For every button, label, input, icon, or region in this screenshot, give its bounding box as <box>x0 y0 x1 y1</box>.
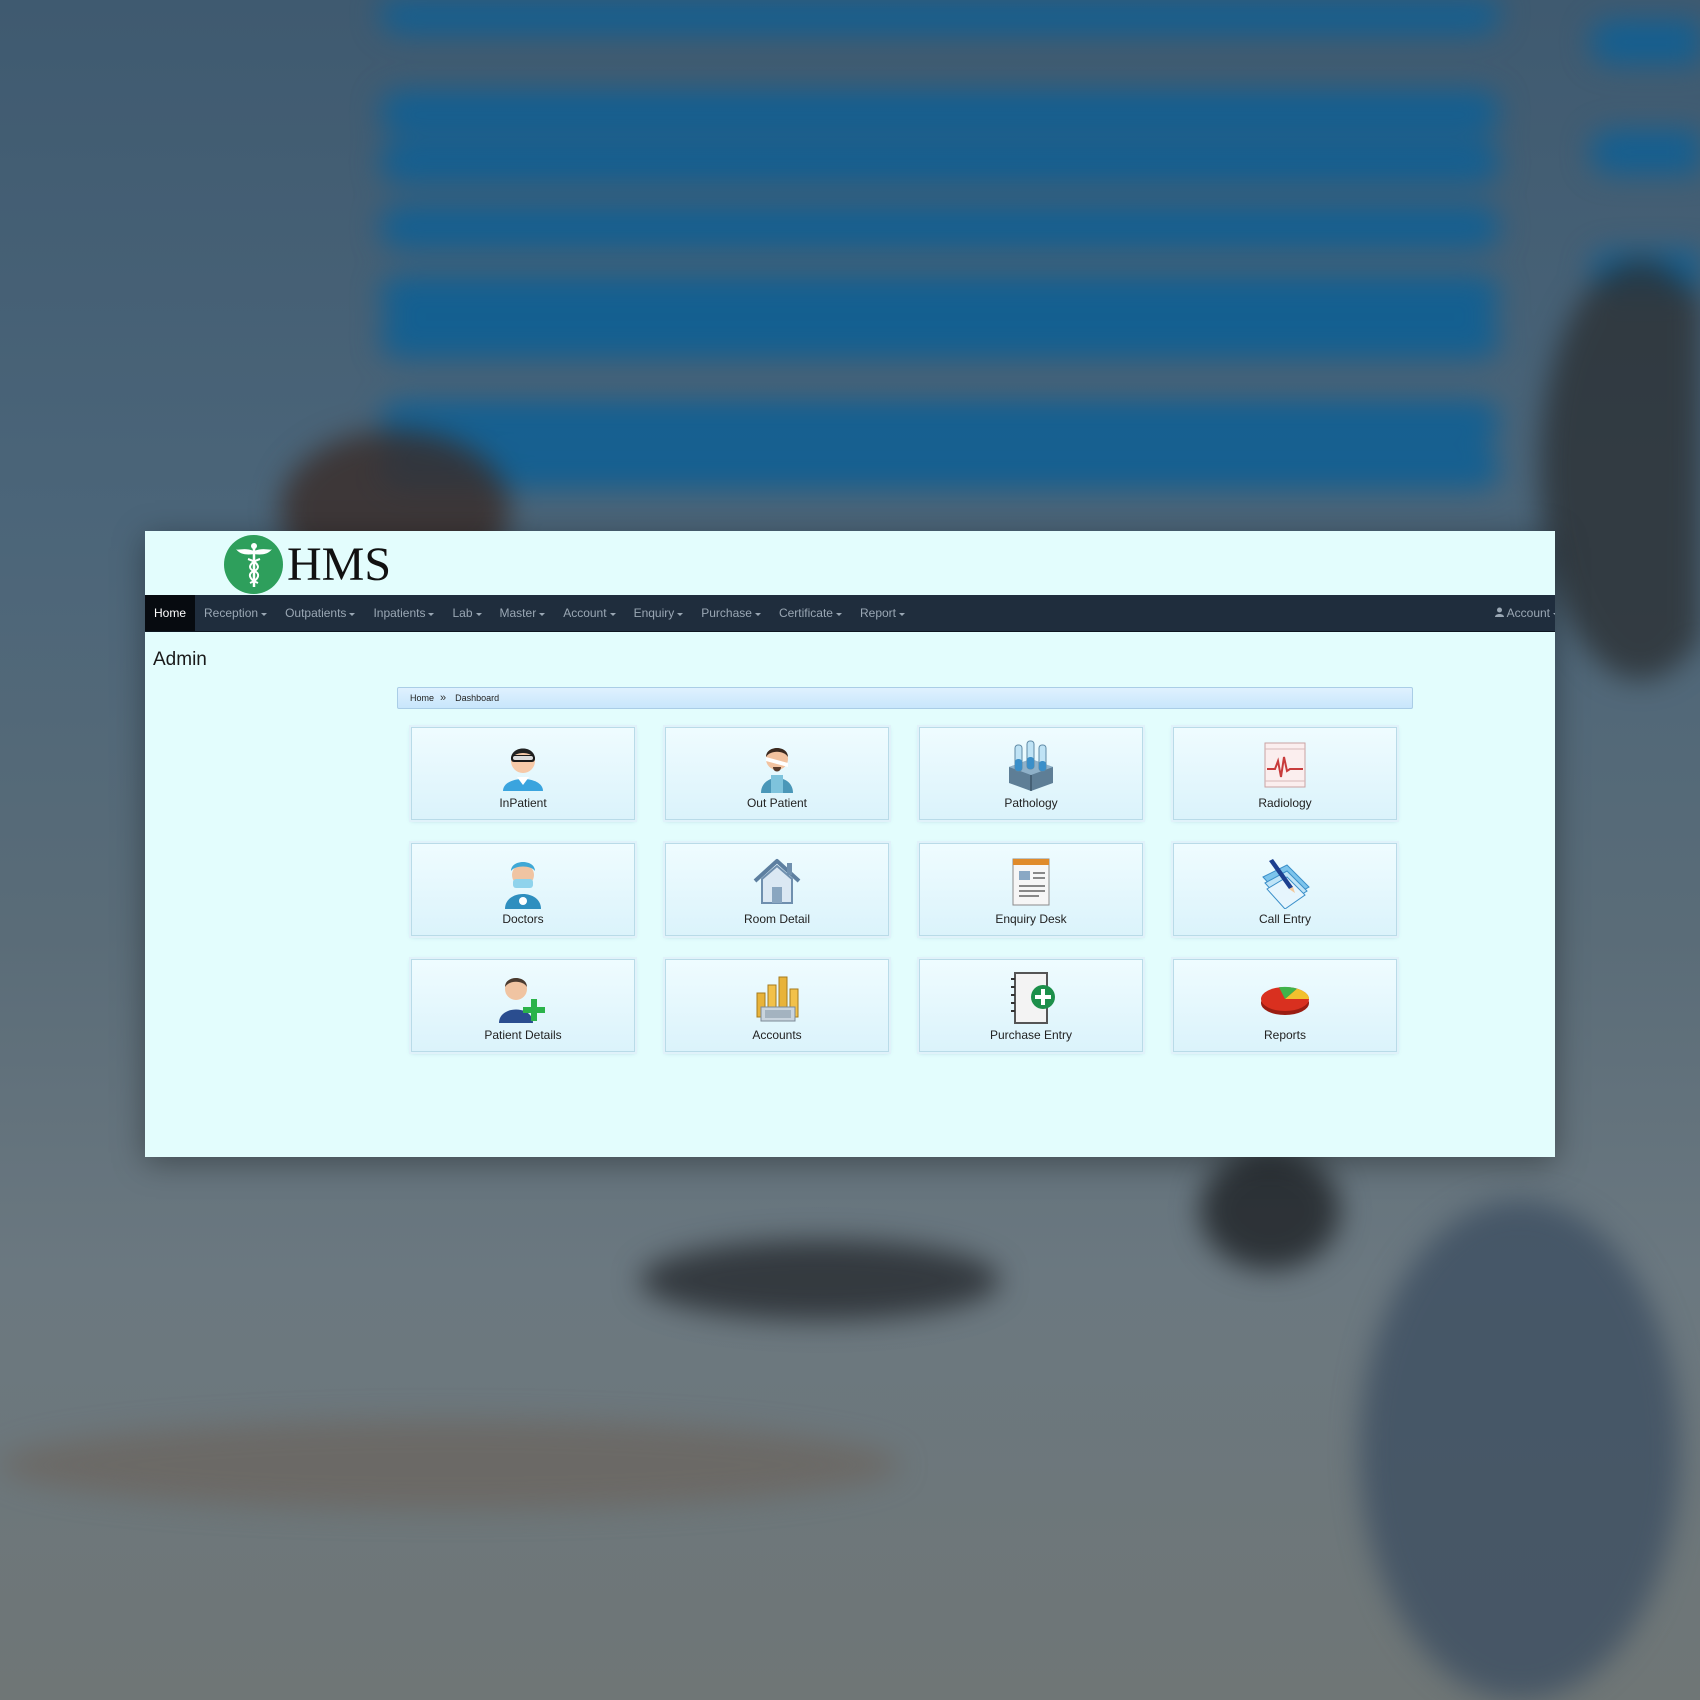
tile-label: Enquiry Desk <box>995 912 1067 926</box>
notebook-plus-icon <box>1011 972 1055 1024</box>
breadcrumb-current: Dashboard <box>455 693 500 703</box>
header: HMS <box>145 531 1555 595</box>
nav-label: Account <box>563 606 607 620</box>
user-icon <box>1494 606 1504 620</box>
tile-patient-details[interactable]: Patient Details <box>411 959 635 1052</box>
breadcrumb-home[interactable]: Home <box>410 693 434 703</box>
nav-reception[interactable]: Reception <box>195 595 276 631</box>
nav-label: Lab <box>452 606 473 620</box>
tile-label: InPatient <box>499 796 547 810</box>
tile-radiology[interactable]: Radiology <box>1173 727 1397 820</box>
doctor-icon <box>505 862 541 909</box>
user-menu-label: Account <box>1506 606 1550 620</box>
tile-label: Patient Details <box>484 1028 562 1042</box>
tile-pathology[interactable]: Pathology <box>919 727 1143 820</box>
tile-purchase-entry[interactable]: Purchase Entry <box>919 959 1143 1052</box>
nav-report[interactable]: Report <box>851 595 914 631</box>
pie-chart-icon <box>1261 986 1309 1015</box>
caret-down-icon <box>1553 612 1555 616</box>
nav-label: Outpatients <box>285 606 347 620</box>
nav-outpatients[interactable]: Outpatients <box>276 595 364 631</box>
caduceus-icon <box>224 535 283 594</box>
document-icon <box>1012 858 1050 906</box>
nav-lab[interactable]: Lab <box>443 595 490 631</box>
outpatient-icon <box>761 748 793 793</box>
nav-label: Home <box>154 606 187 620</box>
nav-label: Enquiry <box>633 606 675 620</box>
page-title: Admin <box>153 649 207 670</box>
add-user-icon <box>499 978 545 1023</box>
nav-home[interactable]: Home <box>145 595 196 631</box>
nav-enquiry[interactable]: Enquiry <box>625 595 693 631</box>
breadcrumb: Home » Dashboard <box>397 687 1413 709</box>
tile-label: Call Entry <box>1258 912 1311 926</box>
nav-purchase[interactable]: Purchase <box>692 595 770 631</box>
nav-label: Certificate <box>778 606 833 620</box>
notepad-pen-icon <box>1262 859 1310 909</box>
nav-label: Report <box>859 606 897 620</box>
tile-label: Pathology <box>1004 796 1058 810</box>
tile-accounts[interactable]: Accounts <box>665 959 889 1052</box>
user-account-menu[interactable]: Account <box>1494 595 1555 631</box>
tile-label: Reports <box>1263 1028 1307 1042</box>
inpatient-icon <box>503 748 543 791</box>
caret-down-icon <box>609 612 616 616</box>
coins-icon <box>756 976 799 1022</box>
tile-out-patient[interactable]: Out Patient <box>665 727 889 820</box>
caret-down-icon <box>677 612 684 616</box>
tile-label: Out Patient <box>746 796 808 810</box>
nav-label: Inpatients <box>373 606 426 620</box>
pathology-icon <box>1009 740 1053 791</box>
tile-reports[interactable]: Reports <box>1173 959 1397 1052</box>
app-window: HMS Home Reception Outpatients Inpatient… <box>145 531 1555 1157</box>
tile-doctors[interactable]: Doctors <box>411 843 635 936</box>
caret-down-icon <box>835 612 842 616</box>
nav-account[interactable]: Account <box>554 595 624 631</box>
nav-certificate[interactable]: Certificate <box>770 595 851 631</box>
tile-call-entry[interactable]: Call Entry <box>1173 843 1397 936</box>
main-navbar: Home Reception Outpatients Inpatients La… <box>145 595 1555 632</box>
nav-label: Purchase <box>701 606 752 620</box>
tile-label: Doctors <box>502 912 544 926</box>
nav-label: Reception <box>204 606 259 620</box>
tile-label: Accounts <box>752 1028 802 1042</box>
caret-down-icon <box>754 612 761 616</box>
logo[interactable]: HMS <box>224 535 391 594</box>
house-icon <box>753 859 801 904</box>
tile-inpatient[interactable]: InPatient <box>411 727 635 820</box>
caret-down-icon <box>428 612 435 616</box>
nav-label: Master <box>499 606 537 620</box>
tile-label: Radiology <box>1258 796 1312 810</box>
tile-label: Room Detail <box>743 912 811 926</box>
logo-text: HMS <box>287 537 392 591</box>
tile-enquiry-desk[interactable]: Enquiry Desk <box>919 843 1143 936</box>
dashboard-tiles: InPatient Out Patient Pathology Radiolog… <box>411 727 1397 1052</box>
caret-down-icon <box>899 612 906 616</box>
nav-master[interactable]: Master <box>491 595 555 631</box>
tile-label: Purchase Entry <box>989 1028 1073 1042</box>
nav-inpatients[interactable]: Inpatients <box>364 595 443 631</box>
caret-down-icon <box>261 612 268 616</box>
caret-down-icon <box>539 612 546 616</box>
double-chevron-right-icon: » <box>440 692 447 704</box>
radiology-icon <box>1264 742 1306 788</box>
caret-down-icon <box>349 612 356 616</box>
caret-down-icon <box>475 612 482 616</box>
tile-room-detail[interactable]: Room Detail <box>665 843 889 936</box>
